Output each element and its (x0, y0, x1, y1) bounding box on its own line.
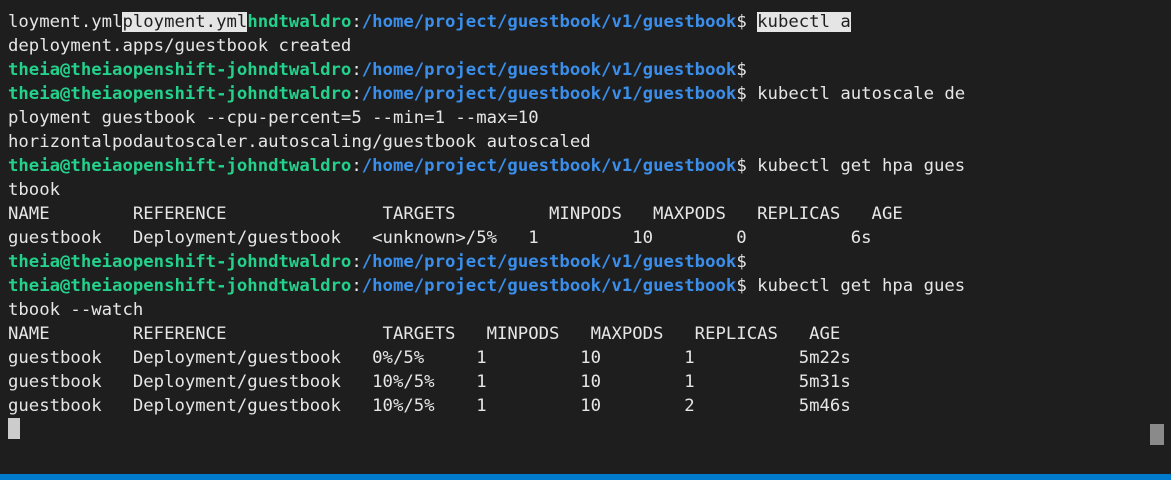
status-bar (0, 474, 1171, 480)
prompt-path: /home/project/guestbook/v1/guestbook (361, 12, 737, 32)
table-header: NAME REFERENCE TARGETS MINPODS MAXPODS R… (8, 322, 1171, 346)
table-row: guestbook Deployment/guestbook 10%/5% 1 … (8, 394, 1171, 418)
command-text: tbook --watch (8, 300, 144, 320)
terminal-line: horizontalpodautoscaler.autoscaling/gues… (8, 130, 1171, 154)
scrollbar-thumb[interactable] (1150, 424, 1164, 445)
command-text: kubectl autoscale de (746, 84, 966, 104)
output-text: horizontalpodautoscaler.autoscaling/gues… (8, 132, 591, 152)
prompt-path: /home/project/guestbook/v1/guestbook (361, 84, 737, 104)
prompt-user: theia@theiaopenshift-johndtwaldro (8, 252, 352, 272)
terminal-line: theia@theiaopenshift-johndtwaldro:/home/… (8, 250, 1171, 274)
selected-text: ployment.yml (122, 12, 248, 32)
command-text: kubectl get hpa gues (746, 276, 966, 296)
terminal-line: theia@theiaopenshift-johndtwaldro:/home/… (8, 82, 1171, 106)
terminal-line: theia@theiaopenshift-johndtwaldro:/home/… (8, 274, 1171, 298)
prompt-colon: : (351, 276, 362, 296)
prompt-path: /home/project/guestbook/v1/guestbook (361, 60, 737, 80)
table-row-text: guestbook Deployment/guestbook 0%/5% 1 1… (8, 348, 851, 368)
selected-command: kubectl a (757, 12, 851, 32)
prompt-user: hndtwaldro (247, 12, 352, 32)
output-text: deployment.apps/guestbook created (8, 36, 352, 56)
table-row-text: guestbook Deployment/guestbook 10%/5% 1 … (8, 396, 851, 416)
prompt-user: theia@theiaopenshift-johndtwaldro (8, 84, 352, 104)
prompt-colon: : (351, 252, 362, 272)
prompt-path: /home/project/guestbook/v1/guestbook (361, 276, 737, 296)
terminal-line: deployment.apps/guestbook created (8, 34, 1171, 58)
prompt-dollar: $ (736, 12, 747, 32)
terminal-line: tbook --watch (8, 298, 1171, 322)
prompt-user: theia@theiaopenshift-johndtwaldro (8, 156, 352, 176)
output-text: loyment.yml (8, 12, 123, 32)
table-row: guestbook Deployment/guestbook <unknown>… (8, 226, 1171, 250)
terminal-line: theia@theiaopenshift-johndtwaldro:/home/… (8, 58, 1171, 82)
terminal-line: loyment.ymlployment.ymlhndtwaldro:/home/… (8, 10, 1171, 34)
table-header: NAME REFERENCE TARGETS MINPODS MAXPODS R… (8, 202, 1171, 226)
prompt-path: /home/project/guestbook/v1/guestbook (361, 156, 737, 176)
prompt-user: theia@theiaopenshift-johndtwaldro (8, 60, 352, 80)
prompt-colon: : (351, 84, 362, 104)
prompt-dollar: $ (736, 84, 747, 104)
table-header-text: NAME REFERENCE TARGETS MINPODS MAXPODS R… (8, 324, 841, 344)
prompt-colon: : (351, 156, 362, 176)
table-row: guestbook Deployment/guestbook 10%/5% 1 … (8, 370, 1171, 394)
terminal-line: theia@theiaopenshift-johndtwaldro:/home/… (8, 154, 1171, 178)
command-text: ployment guestbook --cpu-percent=5 --min… (8, 108, 539, 128)
command-text: kubectl get hpa gues (746, 156, 966, 176)
prompt-user: theia@theiaopenshift-johndtwaldro (8, 276, 352, 296)
command-text: tbook (8, 180, 61, 200)
table-row: guestbook Deployment/guestbook 0%/5% 1 1… (8, 346, 1171, 370)
prompt-dollar: $ (736, 156, 747, 176)
prompt-colon: : (351, 12, 362, 32)
prompt-dollar: $ (736, 60, 747, 80)
prompt-dollar: $ (736, 276, 747, 296)
terminal-cursor[interactable] (8, 418, 20, 439)
terminal-line: tbook (8, 178, 1171, 202)
prompt-colon: : (351, 60, 362, 80)
table-row-text: guestbook Deployment/guestbook <unknown>… (8, 228, 872, 248)
terminal[interactable]: loyment.ymlployment.ymlhndtwaldro:/home/… (0, 0, 1171, 474)
table-row-text: guestbook Deployment/guestbook 10%/5% 1 … (8, 372, 851, 392)
table-header-text: NAME REFERENCE TARGETS MINPODS MAXPODS R… (8, 204, 903, 224)
prompt-dollar: $ (736, 252, 747, 272)
terminal-line: ployment guestbook --cpu-percent=5 --min… (8, 106, 1171, 130)
prompt-path: /home/project/guestbook/v1/guestbook (361, 252, 737, 272)
terminal-input-line[interactable] (8, 418, 1171, 442)
